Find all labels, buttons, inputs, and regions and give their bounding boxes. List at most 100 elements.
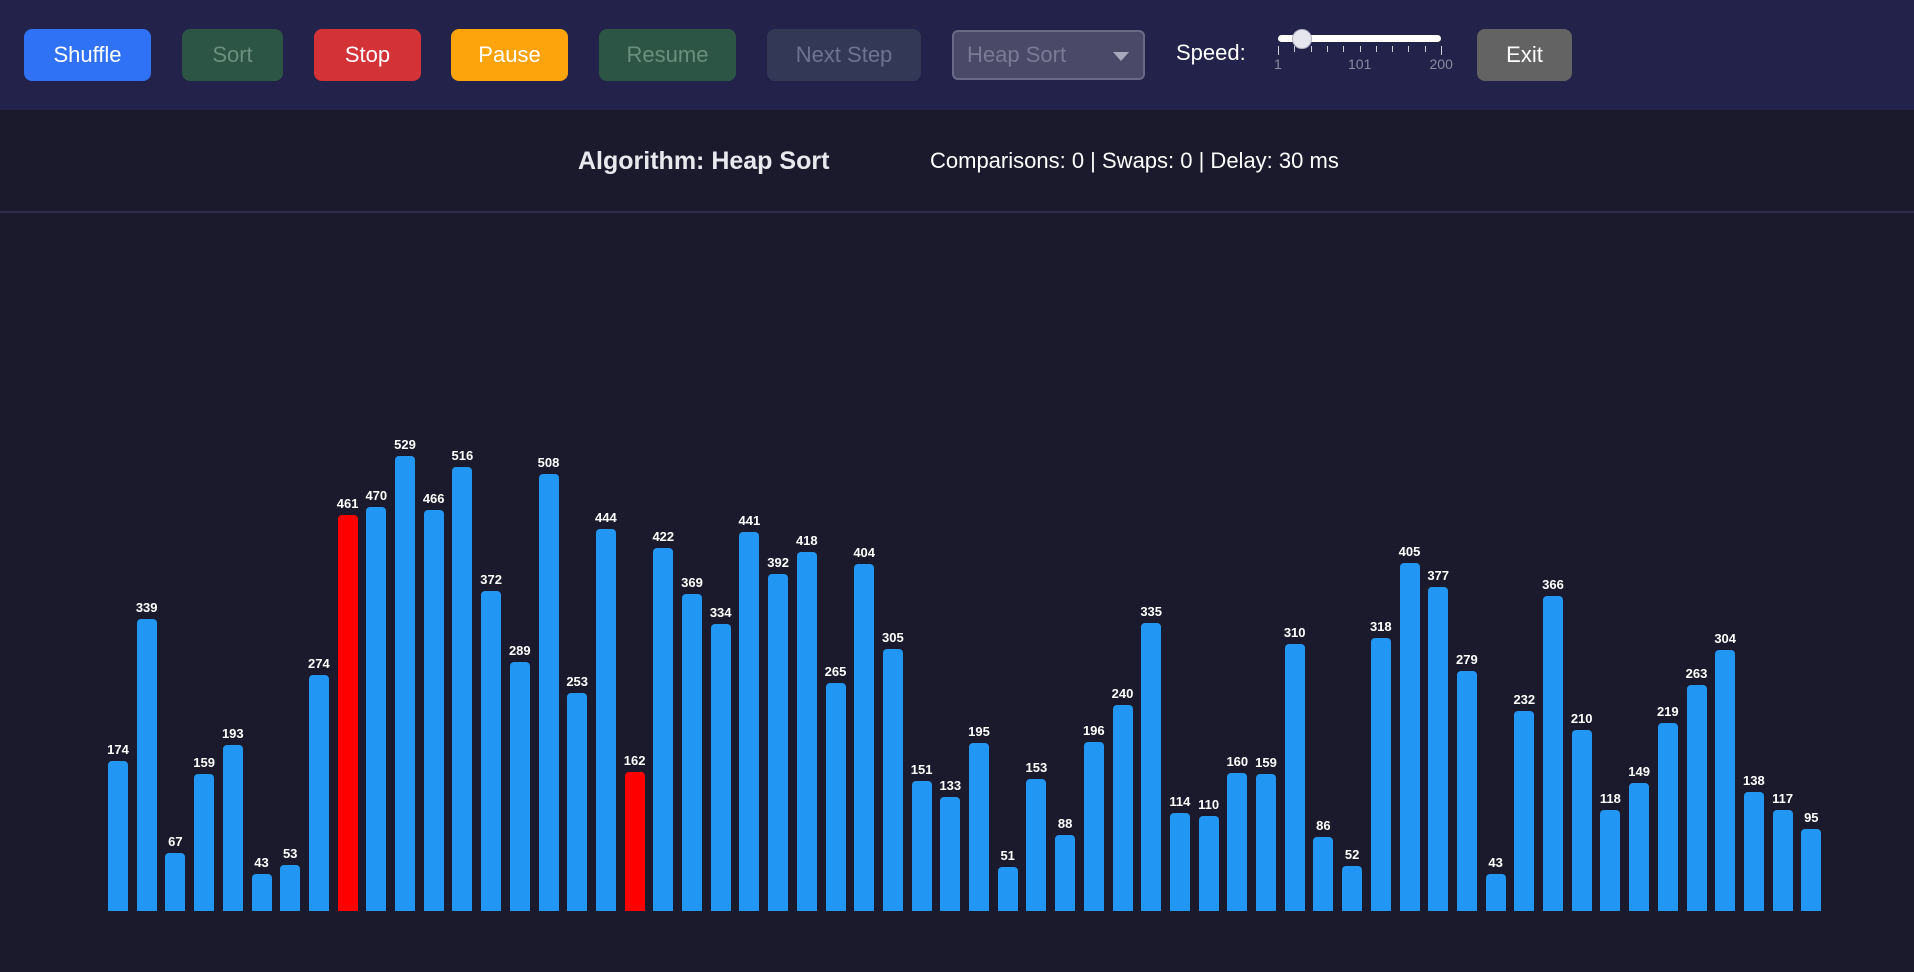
- bar: [1686, 684, 1707, 911]
- stop-button[interactable]: Stop: [314, 29, 421, 81]
- bar: [1399, 562, 1420, 911]
- bar: [1772, 810, 1793, 911]
- bar-value-label: 289: [508, 643, 531, 659]
- bar: [653, 548, 674, 911]
- bar: [1370, 637, 1391, 911]
- bar-value-label: 441: [738, 512, 761, 528]
- bar-value-label: 51: [1000, 848, 1015, 864]
- bar: [538, 474, 559, 911]
- bar-value-label: 372: [480, 572, 502, 588]
- bar-value-label: 422: [652, 529, 675, 545]
- stats-text: Comparisons: 0 | Swaps: 0 | Delay: 30 ms: [930, 148, 1339, 173]
- bar-value-label: 195: [968, 724, 990, 740]
- slider-tick-label: 101: [1348, 56, 1372, 72]
- bar: [222, 745, 243, 911]
- slider-tick: [1278, 46, 1279, 55]
- bar: [595, 529, 616, 911]
- bar-value-label: 263: [1685, 665, 1708, 681]
- bar: [1600, 809, 1621, 911]
- bar-value-label: 174: [107, 742, 129, 758]
- slider-tick: [1375, 46, 1377, 52]
- bar: [1256, 774, 1276, 911]
- bar: [452, 467, 473, 911]
- bar-value-label: 118: [1599, 790, 1621, 806]
- bar: [509, 662, 530, 911]
- bar-value-label: 240: [1111, 685, 1134, 701]
- bar-value-label: 159: [193, 755, 215, 771]
- algorithm-select[interactable]: Heap Sort: [952, 30, 1145, 80]
- bar-value-label: 339: [135, 600, 158, 616]
- slider-tick: [1408, 46, 1410, 52]
- bar-value-label: 335: [1140, 603, 1163, 619]
- algorithm-select-value: Heap Sort: [967, 42, 1067, 67]
- bar: [1428, 586, 1449, 911]
- bar-value-label: 95: [1804, 810, 1819, 826]
- bar: [1227, 773, 1248, 911]
- bar: [796, 551, 817, 911]
- bar-value-label: 253: [566, 674, 589, 690]
- bar-value-label: 210: [1570, 711, 1593, 727]
- toolbar: Shuffle Sort Stop Pause Resume Next Step…: [0, 0, 1914, 110]
- bar-value-label: 334: [709, 604, 732, 620]
- bar-chart: 174 339 67 159 193 43 53 274 461 470 529 466 516 372 2…: [0, 214, 1914, 972]
- bar-value-label: 153: [1025, 760, 1048, 776]
- bar-value-label: 470: [365, 487, 388, 503]
- bar-value-label: 232: [1513, 692, 1536, 708]
- algorithm-title: Algorithm: Heap Sort: [578, 147, 830, 175]
- bar: [481, 591, 502, 911]
- bar-value-label: 310: [1283, 625, 1306, 641]
- bar: [825, 683, 846, 911]
- bar-value-label: 110: [1198, 797, 1220, 813]
- sort-button[interactable]: Sort: [182, 29, 283, 81]
- bar-value-label: 404: [853, 544, 876, 560]
- bar-value-label: 274: [308, 656, 330, 672]
- shuffle-button[interactable]: Shuffle: [24, 29, 151, 81]
- pause-button[interactable]: Pause: [451, 29, 568, 81]
- bar: [423, 510, 444, 911]
- bar: [1514, 711, 1535, 911]
- bar: [1801, 829, 1822, 911]
- slider-tick: [1441, 46, 1442, 55]
- bar-value-label: 405: [1398, 543, 1421, 559]
- bar: [997, 867, 1018, 911]
- bar-value-label: 151: [910, 762, 933, 778]
- bar-value-label: 117: [1772, 791, 1794, 807]
- bar: [882, 648, 903, 911]
- bar: [969, 743, 989, 911]
- bar-value-label: 88: [1057, 816, 1073, 832]
- bar: [1112, 704, 1133, 911]
- bar-value-label: 529: [394, 437, 416, 453]
- bar-value-label: 279: [1456, 652, 1478, 668]
- slider-tick: [1343, 46, 1345, 52]
- bar-value-label: 219: [1656, 703, 1679, 719]
- bar: [682, 593, 702, 911]
- bar: [911, 781, 932, 911]
- bar: [1485, 874, 1506, 911]
- bar-value-label: 305: [882, 629, 904, 645]
- bar: [739, 531, 760, 911]
- speed-slider[interactable]: 1 101 200: [1270, 22, 1455, 82]
- bar-value-label: 162: [623, 752, 646, 768]
- bar-highlighted: [337, 514, 358, 911]
- bar-value-label: 43: [1488, 855, 1503, 871]
- bar: [1083, 742, 1104, 911]
- bar-value-label: 508: [537, 455, 560, 471]
- slider-tick: [1392, 46, 1394, 52]
- exit-button[interactable]: Exit: [1477, 29, 1572, 81]
- speed-label: Speed:: [1176, 40, 1246, 65]
- next-step-button[interactable]: Next Step: [767, 29, 921, 81]
- bar-value-label: 86: [1316, 818, 1331, 834]
- bar-value-label: 366: [1542, 577, 1564, 593]
- bar: [854, 563, 875, 911]
- bar-value-label: 159: [1255, 755, 1277, 771]
- bar-value-label: 67: [168, 834, 183, 850]
- bar-value-label: 196: [1082, 723, 1105, 739]
- bar: [1198, 816, 1219, 911]
- bar-value-label: 318: [1369, 618, 1392, 634]
- resume-button[interactable]: Resume: [599, 29, 736, 81]
- bar: [1055, 835, 1076, 911]
- bar-value-label: 304: [1714, 630, 1737, 646]
- slider-tick-label: 1: [1274, 56, 1282, 72]
- bar-value-label: 53: [282, 846, 298, 862]
- bar: [710, 623, 731, 911]
